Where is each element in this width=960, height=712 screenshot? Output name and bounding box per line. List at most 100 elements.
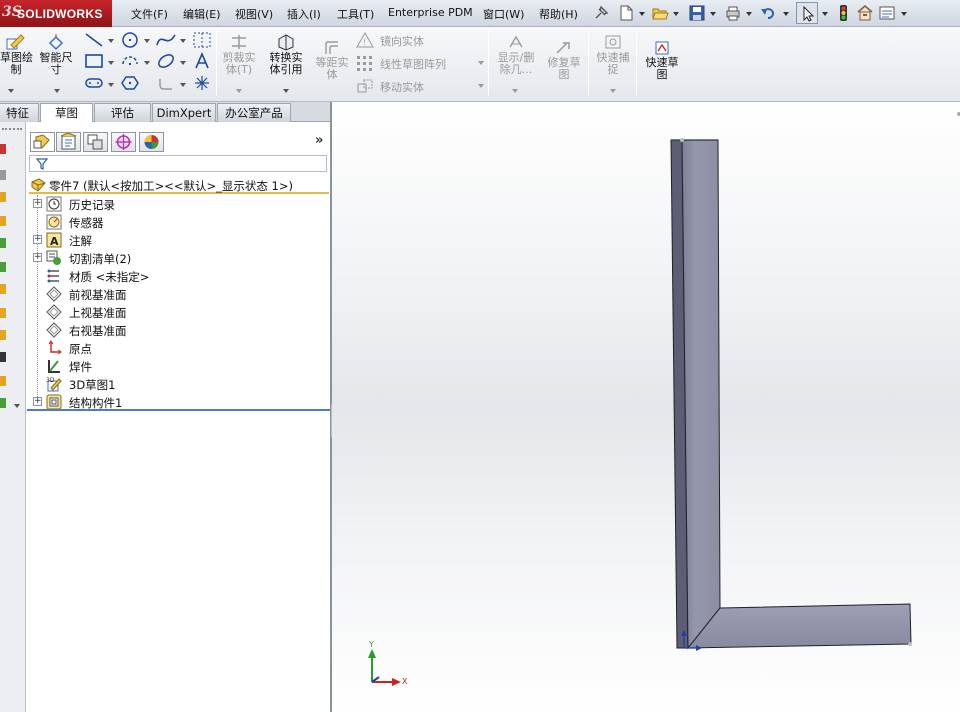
strip-tool-icon[interactable]	[0, 262, 6, 272]
trim-dropdown-arrow[interactable]	[236, 89, 242, 93]
feature-tree-filter[interactable]	[29, 155, 327, 172]
fillet-icon[interactable]	[156, 75, 176, 93]
sketch-button[interactable]: 草图绘 制	[0, 33, 33, 76]
tree-item-front-plane[interactable]: 前视基准面	[27, 285, 327, 303]
tab-dimxpert[interactable]: DimXpert	[152, 103, 216, 122]
select-dropdown-arrow[interactable]	[822, 12, 828, 16]
menu-file[interactable]: 文件(F)	[131, 6, 168, 22]
repair-sketch-button[interactable]: 修复草 图	[542, 40, 586, 81]
smart-dimension-dropdown-arrow[interactable]	[54, 89, 60, 93]
move-entities-icon[interactable]	[356, 78, 374, 94]
file-properties-icon[interactable]	[856, 4, 874, 22]
expand-toggle[interactable]: +	[33, 235, 42, 244]
undo-icon[interactable]	[759, 4, 777, 22]
propertymanager-tab[interactable]	[56, 132, 81, 152]
options-dropdown-arrow[interactable]	[901, 12, 907, 16]
rollback-bar[interactable]	[27, 409, 330, 411]
linear-pattern-icon[interactable]	[356, 55, 374, 71]
move-entities-label[interactable]: 移动实体	[380, 79, 424, 95]
move-dropdown-arrow[interactable]	[478, 84, 484, 88]
tree-item-right-plane[interactable]: 右视基准面	[27, 321, 327, 339]
offset-entities-button[interactable]: 等距实 体	[310, 40, 354, 81]
strip-tool-icon[interactable]	[0, 376, 6, 386]
polygon-icon[interactable]	[120, 74, 140, 92]
rebuild-traffic-light-icon[interactable]	[834, 4, 852, 22]
configurationmanager-tab[interactable]	[83, 132, 108, 152]
menu-help[interactable]: 帮助(H)	[539, 6, 578, 22]
strip-tool-icon[interactable]	[0, 308, 6, 318]
slot-icon[interactable]	[84, 75, 104, 91]
tab-office-products[interactable]: 办公室产品	[217, 103, 291, 122]
tree-item-weldment[interactable]: 焊件	[27, 357, 327, 375]
dimxpertmanager-tab[interactable]	[111, 132, 136, 152]
ellipse-icon[interactable]	[156, 52, 176, 70]
displaymanager-tab[interactable]	[139, 132, 164, 152]
graphics-area[interactable]: Y X	[332, 102, 960, 712]
smart-dimension-button[interactable]: 智能尺 寸	[36, 33, 76, 76]
pattern-dropdown-arrow[interactable]	[478, 61, 484, 65]
save-icon[interactable]	[688, 4, 706, 22]
circle-dropdown-arrow[interactable]	[144, 39, 150, 43]
quick-snaps-dropdown-arrow[interactable]	[610, 89, 616, 93]
feature-tree-root[interactable]: 零件7 (默认<按加工><<默认>_显示状态 1>)	[29, 177, 329, 194]
save-dropdown-arrow[interactable]	[710, 12, 716, 16]
line-dropdown-arrow[interactable]	[108, 39, 114, 43]
relations-dropdown-arrow[interactable]	[512, 89, 518, 93]
open-folder-icon[interactable]	[651, 4, 669, 22]
open-dropdown-arrow[interactable]	[673, 12, 679, 16]
solidworks-logo[interactable]: 3S SOLIDWORKS	[0, 0, 112, 27]
select-button[interactable]	[796, 2, 818, 24]
undo-dropdown-arrow[interactable]	[783, 12, 789, 16]
tree-item-top-plane[interactable]: 上视基准面	[27, 303, 327, 321]
tab-evaluate[interactable]: 评估	[94, 103, 151, 122]
print-dropdown-arrow[interactable]	[746, 12, 752, 16]
mirror-icon[interactable]: !	[356, 32, 374, 48]
new-document-icon[interactable]	[617, 4, 635, 22]
expand-toggle[interactable]: +	[33, 397, 42, 406]
trim-entities-button[interactable]: 剪裁实 体(T)	[218, 33, 260, 76]
quick-snaps-button[interactable]: 快速捕 捉	[592, 33, 634, 76]
strip-more-arrow[interactable]	[14, 404, 20, 408]
menu-edit[interactable]: 编辑(E)	[183, 6, 221, 22]
panel-expand-chevron-icon[interactable]: »	[315, 133, 323, 148]
tab-features[interactable]: 特征	[0, 103, 39, 122]
featuremanager-tab[interactable]	[30, 132, 55, 152]
convert-dropdown-arrow[interactable]	[283, 89, 289, 93]
l-shaped-structural-member[interactable]	[670, 139, 912, 650]
line-icon[interactable]	[84, 32, 104, 48]
spline-dropdown-arrow[interactable]	[180, 39, 186, 43]
slot-dropdown-arrow[interactable]	[108, 83, 114, 87]
strip-tool-icon[interactable]	[0, 144, 6, 154]
strip-tool-icon[interactable]	[0, 238, 6, 248]
expand-toggle[interactable]: +	[33, 253, 42, 262]
circle-icon[interactable]	[120, 31, 140, 49]
tree-item-origin[interactable]: 原点	[27, 339, 327, 357]
rapid-sketch-button[interactable]: 快速草 图	[640, 40, 684, 81]
spline-icon[interactable]	[155, 31, 177, 49]
strip-tool-icon[interactable]	[0, 170, 6, 180]
menu-insert[interactable]: 插入(I)	[287, 6, 321, 22]
menu-enterprise-pdm[interactable]: Enterprise PDM	[388, 6, 473, 19]
tree-item-cut-list[interactable]: + 切割清单(2)	[27, 249, 327, 267]
arc-dropdown-arrow[interactable]	[144, 61, 150, 65]
tree-item-material[interactable]: 材质 <未指定>	[27, 267, 327, 285]
strip-tool-icon[interactable]	[0, 216, 6, 226]
tree-item-history[interactable]: + 历史记录	[27, 195, 327, 213]
tree-item-sensors[interactable]: 传感器	[27, 213, 327, 231]
strip-tool-icon[interactable]	[0, 330, 6, 340]
menu-window[interactable]: 窗口(W)	[483, 6, 524, 22]
new-dropdown-arrow[interactable]	[639, 12, 645, 16]
strip-tool-icon[interactable]	[0, 398, 6, 408]
strip-tool-icon[interactable]	[0, 284, 6, 294]
fillet-dropdown-arrow[interactable]	[180, 83, 186, 87]
tree-item-annotations[interactable]: + A 注解	[27, 231, 327, 249]
sketch-grid-icon[interactable]	[192, 31, 212, 49]
strip-tool-icon[interactable]	[0, 352, 6, 362]
print-icon[interactable]	[724, 4, 742, 22]
expand-toggle[interactable]: +	[33, 199, 42, 208]
display-delete-relations-button[interactable]: 显示/删 除几...	[492, 33, 540, 76]
point-icon[interactable]	[194, 75, 210, 91]
pin-icon[interactable]	[592, 4, 610, 22]
linear-pattern-label[interactable]: 线性草图阵列	[380, 56, 446, 72]
text-icon[interactable]	[192, 52, 212, 70]
